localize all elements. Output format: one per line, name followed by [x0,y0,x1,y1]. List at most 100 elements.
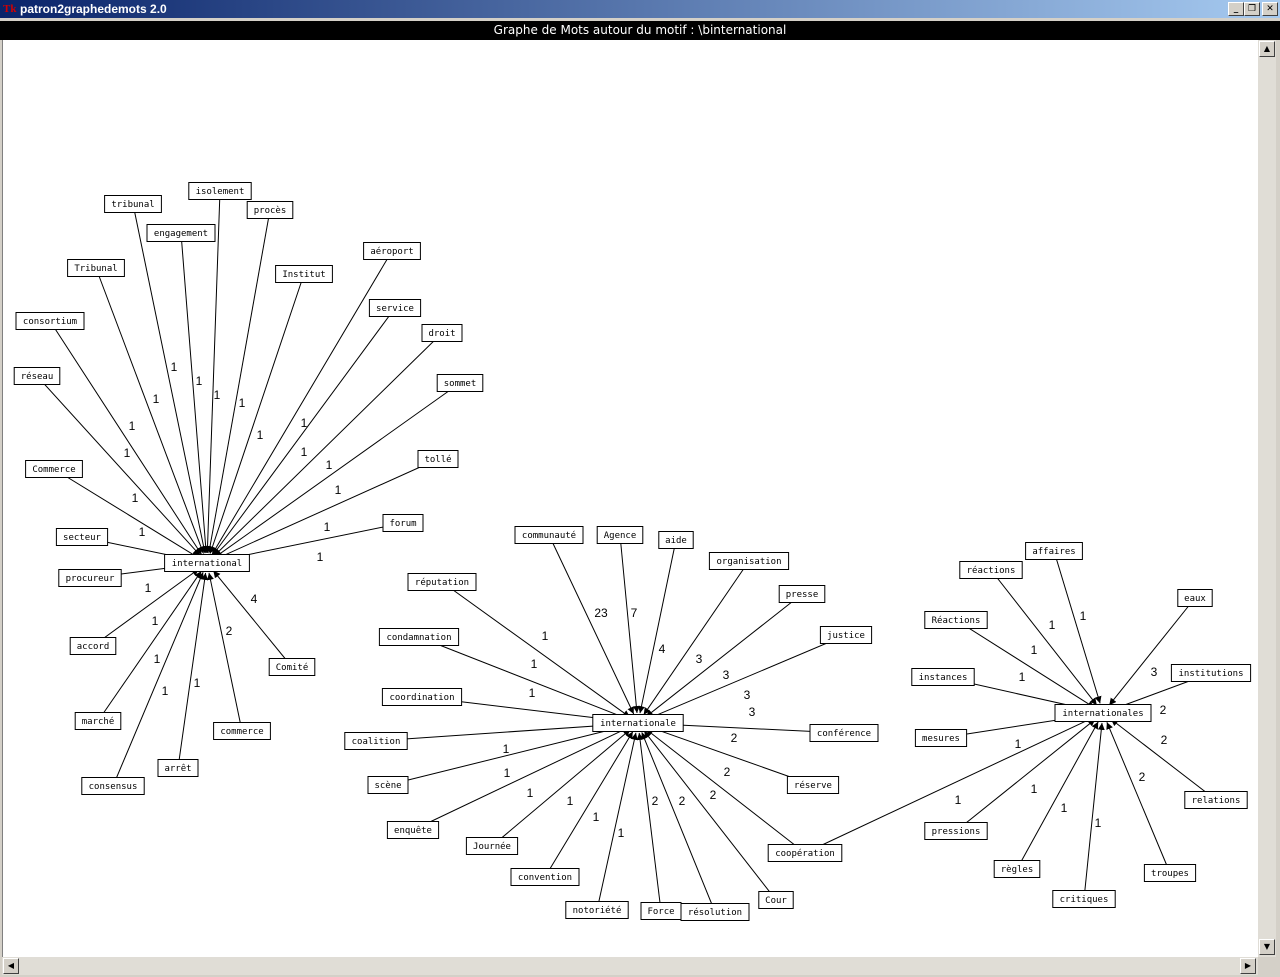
node-label: eaux [1184,594,1206,604]
node-label: international [172,559,242,569]
word-node-condamnation[interactable]: condamnation [378,628,460,646]
node-label: Institut [282,270,325,280]
edge-weight-label: 1 [1061,801,1068,815]
word-node-tribunal[interactable]: Tribunal [67,259,125,277]
word-node-service[interactable]: service [368,299,422,317]
word-node-scene[interactable]: scène [367,776,409,794]
center-node-internationales[interactable]: internationales [1054,704,1152,722]
tk-app-icon: Tk [3,3,17,15]
word-node-reseau[interactable]: réseau [13,367,61,385]
word-node-conference[interactable]: conférence [809,724,879,742]
edge-weight-label: 1 [154,652,161,666]
word-node-organisation[interactable]: organisation [708,552,790,570]
word-node-consensus[interactable]: consensus [81,777,145,795]
scroll-down-arrow-icon[interactable]: ▼ [1259,939,1275,955]
word-node-procureur[interactable]: procureur [58,569,122,587]
edge-agence-to-c2 [619,534,640,714]
word-node-proces[interactable]: procès [246,201,294,219]
node-label: coopération [775,848,835,859]
edge-weight-label: 2 [731,731,738,745]
word-node-eaux[interactable]: eaux [1177,589,1213,607]
word-node-reactions[interactable]: Réactions [924,611,988,629]
node-label: Force [647,907,674,917]
word-node-tribunal[interactable]: tribunal [104,195,162,213]
word-node-aeroport[interactable]: aéroport [363,242,421,260]
word-node-agence[interactable]: Agence [596,526,644,544]
word-node-commerce[interactable]: commerce [213,722,271,740]
word-node-pressions[interactable]: pressions [924,822,988,840]
node-label: tribunal [111,200,154,210]
word-node-affaires[interactable]: affaires [1025,542,1083,560]
scroll-right-arrow-icon[interactable]: ▶ [1240,958,1256,974]
word-node-reputation[interactable]: réputation [407,573,477,591]
word-node-justice[interactable]: justice [819,626,873,644]
word-node-journee[interactable]: Journée [465,837,519,855]
word-node-cour[interactable]: Cour [758,891,794,909]
edge-resolution-to-c2 [641,732,716,913]
word-node-isolement[interactable]: isolement [188,182,252,200]
word-node-institut[interactable]: Institut [275,265,333,283]
word-node-mesures[interactable]: mesures [914,729,968,747]
word-node-presse[interactable]: presse [778,585,826,603]
node-label: instances [919,673,968,683]
scroll-up-arrow-icon[interactable]: ▲ [1259,41,1275,57]
word-node-critiques[interactable]: critiques [1052,890,1116,908]
edge-weight-label: 1 [1080,609,1087,623]
word-node-droit[interactable]: droit [421,324,463,342]
word-node-accord[interactable]: accord [69,637,117,655]
word-node-marche[interactable]: marché [74,712,122,730]
scroll-left-arrow-icon[interactable]: ◀ [3,958,19,974]
edge-weight-label: 2 [724,765,731,779]
close-button[interactable]: ✕ [1262,2,1278,16]
word-node-enquete[interactable]: enquête [386,821,440,839]
node-label: secteur [63,533,102,543]
edge-weight-label: 1 [129,419,136,433]
word-node-institutions[interactable]: institutions [1170,664,1252,682]
maximize-button[interactable]: ❐ [1244,2,1260,16]
word-node-reactions[interactable]: réactions [959,561,1023,579]
node-label: notoriété [573,905,622,916]
center-node-internationale[interactable]: internationale [592,714,684,732]
node-label: tollé [424,454,451,465]
edge-arret-to-c1 [177,572,209,769]
vertical-scrollbar[interactable]: ▲ ▼ [1258,40,1276,957]
word-node-regles[interactable]: règles [993,860,1041,878]
word-node-troupes[interactable]: troupes [1143,864,1197,882]
node-label: aide [665,536,687,546]
word-node-sommet[interactable]: sommet [436,374,484,392]
node-label: aéroport [370,246,413,257]
word-node-consortium[interactable]: consortium [15,312,85,330]
word-node-aide[interactable]: aide [658,531,694,549]
word-node-communaute[interactable]: communauté [514,526,584,544]
graph-canvas[interactable]: 1 1 1 1 1 1 1 1 1 1 1 1 1 1 1 1 1 1 1 1 1 2 4 23 7 4 3 3 3 1 1 1 3 1 1 2 1 1 1… [2,40,1258,957]
word-node-tolle[interactable]: tollé [417,450,459,468]
edge-weight-label: 1 [194,676,201,690]
word-node-coordination[interactable]: coordination [381,688,463,706]
word-node-force[interactable]: Force [640,902,682,920]
word-node-reserve[interactable]: réserve [786,776,840,794]
center-node-international[interactable]: international [164,554,250,572]
edge-weight-label: 2 [1160,703,1167,717]
word-node-engagement[interactable]: engagement [146,224,216,242]
word-node-commerce[interactable]: Commerce [25,460,83,478]
word-node-arret[interactable]: arrêt [157,759,199,777]
minimize-button[interactable]: _ [1228,2,1244,16]
word-node-cooperation[interactable]: coopération [767,844,843,862]
node-label: Comité [276,662,309,673]
node-label: procureur [66,574,115,584]
word-node-notoriete[interactable]: notoriété [565,901,629,919]
word-node-comite[interactable]: Comité [268,658,316,676]
horizontal-scrollbar[interactable]: ◀ ▶ [2,957,1258,975]
word-node-instances[interactable]: instances [911,668,975,686]
edge-institut-to-c1 [209,273,305,554]
word-node-relations[interactable]: relations [1184,791,1248,809]
edge-weight-label: 1 [567,794,574,808]
edge-weight-label: 1 [593,810,600,824]
node-label: procès [254,205,287,216]
word-node-resolution[interactable]: résolution [680,903,750,921]
word-node-coalition[interactable]: coalition [344,732,408,750]
word-node-forum[interactable]: forum [382,514,424,532]
edge-weight-label: 1 [239,396,246,410]
word-node-convention[interactable]: convention [510,868,580,886]
word-node-secteur[interactable]: secteur [55,528,109,546]
